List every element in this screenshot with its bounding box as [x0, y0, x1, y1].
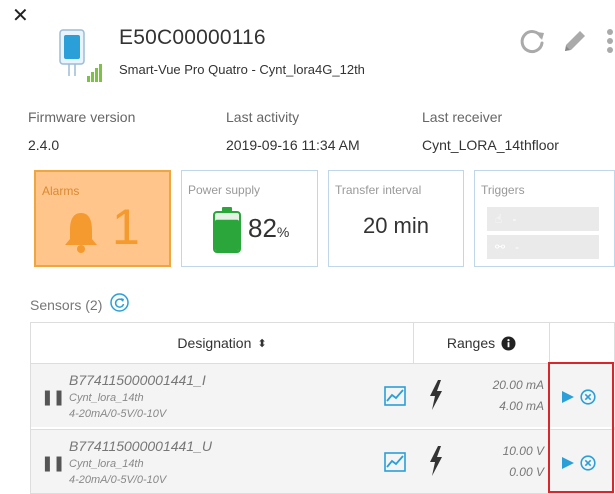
- chart-icon[interactable]: [384, 452, 406, 472]
- last-receiver-value: Cynt_LORA_14thfloor: [422, 137, 559, 153]
- alarms-card[interactable]: Alarms 1: [34, 170, 171, 267]
- sensors-title: Sensors (2): [30, 297, 103, 313]
- edit-icon[interactable]: [561, 27, 589, 55]
- header-actions: [517, 26, 615, 56]
- firmware-value: 2.4.0: [28, 137, 60, 153]
- drag-handle-icon[interactable]: ❚❚: [41, 388, 65, 406]
- play-icon[interactable]: [561, 390, 575, 404]
- sensor-name: B774115000001441_I: [69, 372, 206, 388]
- battery-icon: [213, 207, 241, 253]
- more-icon[interactable]: [603, 26, 615, 56]
- range-high: 10.00 V: [502, 444, 544, 458]
- transfer-interval-value: 20 min: [362, 213, 430, 238]
- sensor-location: Cynt_lora_14th: [69, 458, 144, 470]
- power-supply-label: Power supply: [188, 183, 261, 197]
- actions-header: [550, 323, 615, 363]
- sensors-table: Designation ⬍ Ranges ❚❚ B774115000001441…: [30, 322, 615, 494]
- last-activity-label: Last activity: [226, 109, 300, 125]
- device-icon: [59, 29, 102, 82]
- last-receiver-label: Last receiver: [422, 109, 503, 125]
- trigger-row-hand[interactable]: ☝ -: [487, 207, 599, 231]
- info-icon[interactable]: [501, 336, 516, 351]
- table-row[interactable]: ❚❚ B774115000001441_I Cynt_lora_14th 4-2…: [31, 363, 615, 427]
- power-supply-value: 82%: [248, 213, 290, 243]
- sensor-name: B774115000001441_U: [69, 438, 212, 454]
- transfer-interval-label: Transfer interval: [335, 183, 422, 197]
- sensor-type: 4-20mA/0-5V/0-10V: [69, 474, 167, 486]
- range-high: 20.00 mA: [492, 378, 544, 392]
- table-row[interactable]: ❚❚ B774115000001441_U Cynt_lora_14th 4-2…: [31, 429, 615, 493]
- close-icon[interactable]: ✕: [12, 6, 29, 26]
- alarms-label: Alarms: [42, 184, 80, 198]
- sensor-location: Cynt_lora_14th: [69, 392, 144, 404]
- range-low: 4.00 mA: [499, 399, 544, 413]
- last-activity-value: 2019-09-16 11:34 AM: [226, 137, 360, 153]
- sensors-refresh-icon[interactable]: [110, 293, 129, 312]
- range-low: 0.00 V: [509, 465, 544, 479]
- sensor-icon: ⚯: [495, 240, 506, 254]
- firmware-label: Firmware version: [28, 109, 136, 125]
- ranges-header: Ranges: [414, 323, 550, 363]
- stop-circle-icon[interactable]: [580, 389, 596, 405]
- chart-icon[interactable]: [384, 386, 406, 406]
- power-supply-card: Power supply 82%: [181, 170, 318, 267]
- lightning-icon: [430, 380, 442, 410]
- lightning-icon: [430, 446, 442, 476]
- stop-circle-icon[interactable]: [580, 455, 596, 471]
- triggers-card: Triggers ☝ - ⚯ -: [474, 170, 615, 267]
- sensor-type: 4-20mA/0-5V/0-10V: [69, 408, 167, 420]
- device-model: Smart-Vue Pro Quatro - Cynt_lora4G_12th: [119, 62, 365, 77]
- refresh-icon[interactable]: [517, 26, 547, 56]
- play-icon[interactable]: [561, 456, 575, 470]
- trigger-row-sensor[interactable]: ⚯ -: [487, 235, 599, 259]
- designation-header[interactable]: Designation ⬍: [31, 323, 414, 363]
- transfer-interval-card: Transfer interval 20 min: [328, 170, 464, 267]
- device-id: E50C00000116: [119, 26, 266, 49]
- drag-handle-icon[interactable]: ❚❚: [41, 454, 65, 472]
- hand-icon: ☝: [495, 212, 503, 226]
- sort-icon[interactable]: ⬍: [257, 337, 266, 350]
- bell-icon: [65, 213, 97, 253]
- alarms-count: 1: [112, 199, 140, 255]
- triggers-label: Triggers: [481, 183, 525, 197]
